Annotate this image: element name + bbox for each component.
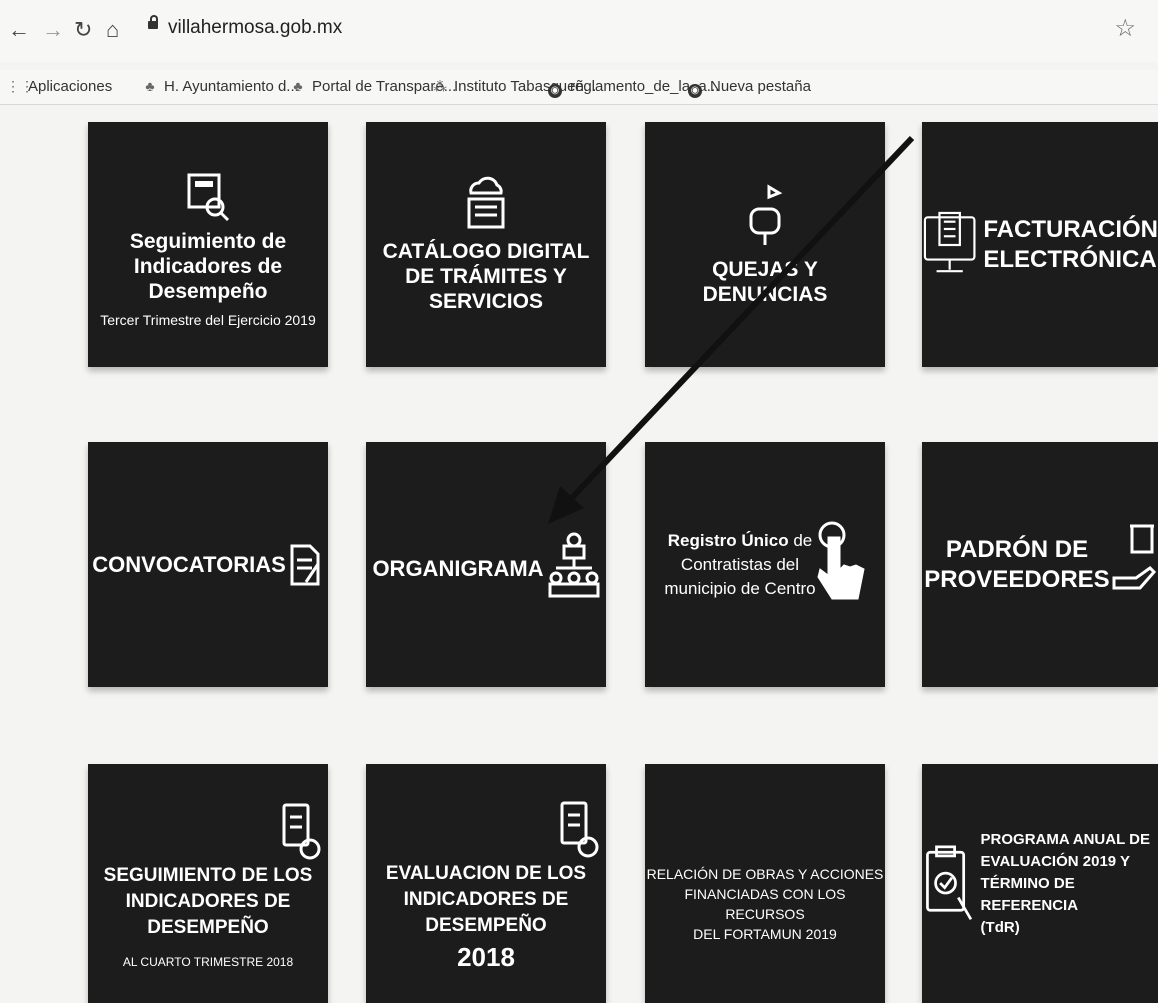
bookmarks-bar: ⋮⋮Aplicaciones ♣ H. Ayuntamiento d... ♣ Po… — [0, 70, 1158, 105]
url-field[interactable]: villahermosa.gob.mx — [168, 17, 342, 39]
tile-title: CATÁLOGO DIGITAL — [382, 240, 590, 263]
tile-title: Contratistas del — [680, 554, 800, 574]
tile-facturacion-electronica[interactable]: FACTURACIÓN ELECTRÓNICA — [922, 122, 1158, 367]
bookmark-star-icon[interactable]: ☆ — [1114, 14, 1136, 43]
tile-subtitle: AL CUARTO TRIMESTRE 2018 — [122, 954, 294, 969]
back-icon[interactable]: ← — [8, 18, 30, 42]
bookmark-nueva-pestana[interactable]: ◉ Nueva pestaña — [688, 78, 811, 98]
document-pencil-icon — [290, 544, 320, 585]
tile-title: FINANCIADAS CON LOS RECURSOS — [684, 885, 846, 922]
tile-fortamun-2019[interactable]: RELACIÓN DE OBRAS Y ACCIONES FINANCIADAS… — [645, 764, 885, 1003]
tile-title: SEGUIMIENTO DE LOS — [103, 864, 313, 886]
tile-title: DE TRÁMITES Y SERVICIOS — [405, 265, 567, 313]
browser-address-bar: ← → ↻ ⌂ villahermosa.gob.mx ☆ — [0, 0, 1158, 62]
tile-seguimiento-indicadores-2018[interactable]: SEGUIMIENTO DE LOS INDICADORES DE DESEMP… — [88, 764, 328, 1003]
tree-icon: ♣ — [145, 78, 155, 94]
tile-title: INDICADORES DE DESEMPEÑO — [125, 890, 291, 938]
computer-document-icon — [923, 211, 976, 272]
tile-seguimiento-indicadores-2019[interactable]: Seguimiento de Indicadores de Desempeño … — [88, 122, 328, 367]
tile-catalogo-digital[interactable]: CATÁLOGO DIGITAL DE TRÁMITES Y SERVICIOS — [366, 122, 606, 367]
tile-title: Indicadores de Desempeño — [133, 255, 283, 303]
tile-title: PROGRAMA ANUAL DE — [980, 830, 1150, 848]
tile-title-block: Registro Único de Contratistas del munic… — [664, 529, 815, 601]
tile-programa-anual-evaluacion[interactable]: PROGRAMA ANUAL DE EVALUACIÓN 2019 Y TÉRM… — [922, 764, 1158, 1003]
tile-title: PADRÓN DE — [945, 535, 1089, 563]
org-chart-icon — [548, 532, 600, 597]
checklist-gear-icon — [282, 803, 321, 859]
leaf-icon: ⁂ — [433, 78, 447, 94]
globe-icon: ◉ — [548, 84, 562, 98]
tile-title-block: PROGRAMA ANUAL DE EVALUACIÓN 2019 Y TÉRM… — [981, 829, 1158, 939]
tile-title: municipio de Centro — [664, 578, 816, 598]
tile-title: PROVEEDORES — [924, 565, 1110, 593]
tile-year: 2018 — [457, 942, 515, 972]
tile-title: EVALUACIÓN 2019 Y — [980, 852, 1131, 870]
lock-icon — [148, 15, 158, 29]
home-icon[interactable]: ⌂ — [106, 18, 119, 42]
tile-title: FACTURACIÓN — [983, 215, 1158, 243]
tile-registro-contratistas[interactable]: Registro Único de Contratistas del munic… — [645, 442, 885, 687]
hand-box-icon — [1112, 524, 1156, 589]
tile-title-block: FACTURACIÓN ELECTRÓNICA — [983, 215, 1158, 275]
tile-title: Registro Único de — [667, 530, 813, 550]
tile-evaluacion-indicadores-2018[interactable]: EVALUACION DE LOS INDICADORES DE DESEMPE… — [366, 764, 606, 1003]
tile-padron-proveedores[interactable]: PADRÓN DE PROVEEDORES — [922, 442, 1158, 687]
tile-title: (TdR) — [980, 918, 1020, 936]
tile-organigrama[interactable]: ORGANIGRAMA — [366, 442, 606, 687]
clipboard-check-icon — [926, 844, 973, 920]
tile-title: TÉRMINO DE REFERENCIA — [980, 874, 1079, 914]
tile-title: RELACIÓN DE OBRAS Y ACCIONES — [646, 865, 884, 882]
tile-title: EVALUACION DE LOS — [385, 863, 587, 884]
cloud-documents-icon — [467, 176, 505, 229]
apps-grid-icon: ⋮⋮ — [6, 78, 34, 94]
tile-convocatorias[interactable]: CONVOCATORIAS — [88, 442, 328, 687]
tile-title-block: PADRÓN DE PROVEEDORES — [924, 535, 1109, 595]
tile-title: QUEJAS Y — [712, 257, 818, 281]
tile-title: DEL FORTAMUN 2019 — [693, 925, 837, 942]
tree-icon: ♣ — [293, 78, 303, 94]
bookmark-ayuntamiento[interactable]: ♣ H. Ayuntamiento d... — [142, 78, 298, 95]
globe-icon: ◉ — [688, 84, 702, 98]
document-magnifier-icon — [187, 173, 230, 222]
hand-pointer-icon — [817, 521, 865, 599]
tile-title: CONVOCATORIAS — [92, 552, 286, 577]
checklist-gear-icon — [560, 801, 599, 858]
tile-title: Seguimiento de — [129, 230, 287, 253]
forward-icon[interactable]: → — [42, 18, 64, 42]
tile-title: ELECTRÓNICA — [983, 245, 1157, 273]
tile-title: DENUNCIAS — [702, 282, 828, 306]
reload-icon[interactable]: ↻ — [74, 18, 92, 42]
mailbox-icon — [749, 183, 783, 245]
tile-title: INDICADORES DE DESEMPEÑO — [403, 889, 569, 936]
tile-title: ORGANIGRAMA — [372, 556, 544, 581]
bookmark-apps[interactable]: ⋮⋮Aplicaciones — [6, 78, 112, 95]
tile-quejas-denuncias[interactable]: QUEJAS Y DENUNCIAS — [645, 122, 885, 367]
tile-subtitle: Tercer Trimestre del Ejercicio 2019 — [100, 312, 316, 328]
